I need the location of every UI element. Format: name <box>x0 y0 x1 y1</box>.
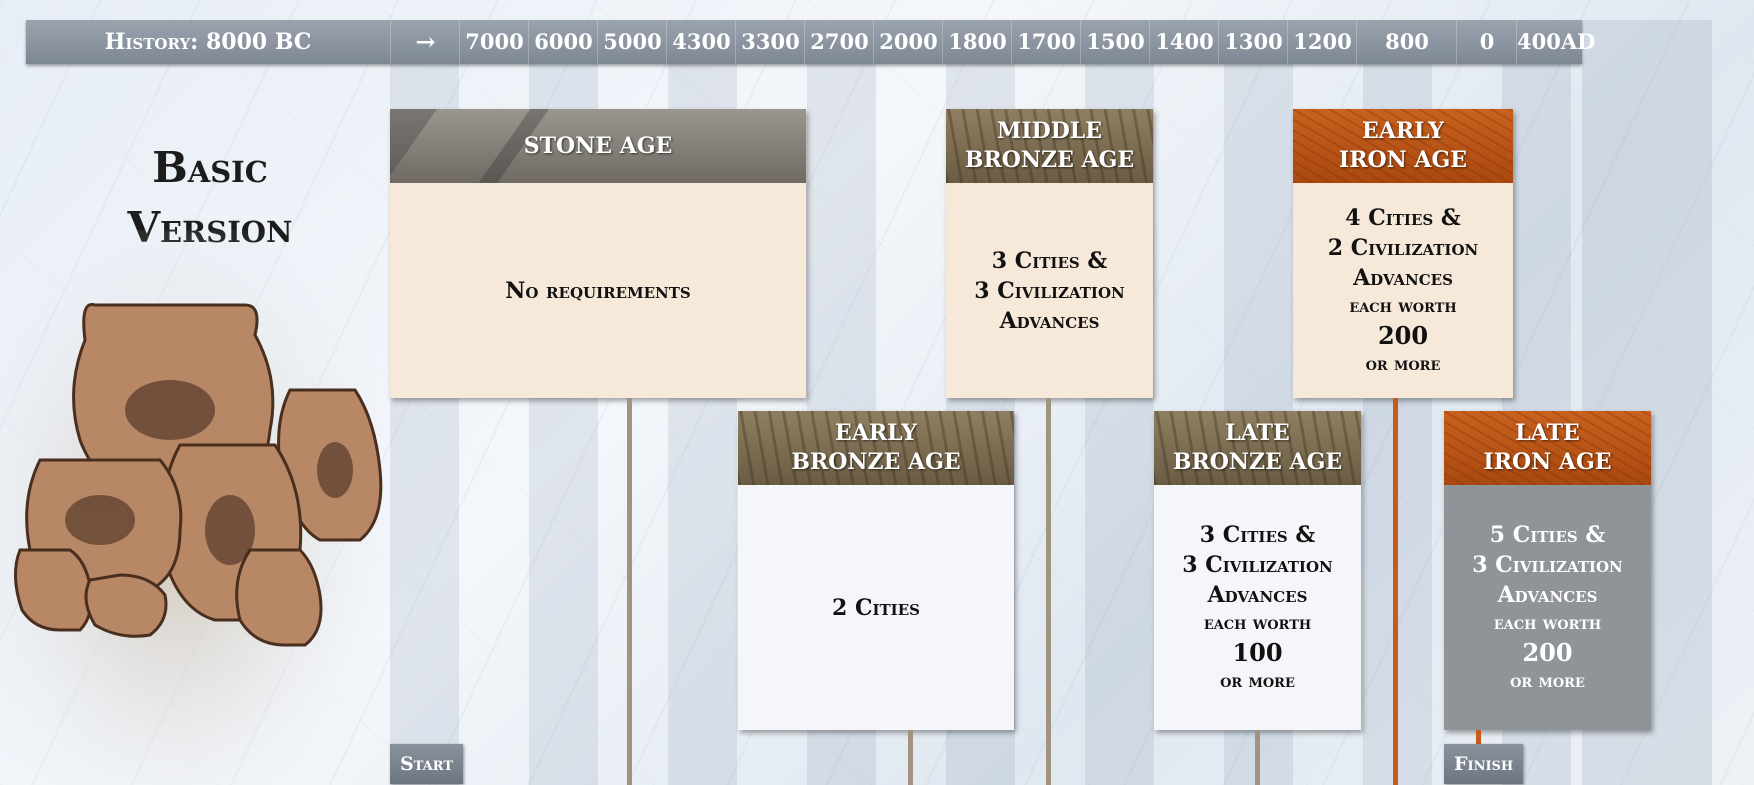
age-title-line: MIDDLE <box>996 118 1103 144</box>
timeline-date: 6000 <box>528 20 598 64</box>
early-bronze-age-requirements: 2 Cities <box>738 485 1014 730</box>
late-bronze-age-card: LATE BRONZE AGE 3 Cities & 3 Civilization… <box>1154 411 1361 730</box>
timeline-date: 1200 <box>1287 20 1357 64</box>
requirement-value: 200 <box>1377 320 1429 350</box>
requirement-value: 200 <box>1522 637 1573 667</box>
timeline-date: 1800 <box>942 20 1012 64</box>
timeline-date: 1500 <box>1080 20 1150 64</box>
timeline-date: 1700 <box>1011 20 1081 64</box>
requirement-text: Advances <box>1207 581 1308 608</box>
middle-bronze-age-pole <box>1046 398 1051 785</box>
age-title-line: LATE <box>1225 420 1290 446</box>
middle-bronze-age-header: MIDDLE BRONZE AGE <box>946 109 1153 183</box>
middle-bronze-age-card: MIDDLE BRONZE AGE 3 Cities & 3 Civilizati… <box>946 109 1153 398</box>
timeline-date: 1400 <box>1149 20 1219 64</box>
requirement-text: 5 Cities & <box>1489 521 1606 548</box>
middle-bronze-age-requirements: 3 Cities & 3 Civilization Advances <box>946 183 1153 398</box>
requirement-text: 3 Civilization <box>1472 551 1623 578</box>
requirement-text: 2 Cities <box>832 594 920 621</box>
greek-pottery-illustration <box>0 230 390 785</box>
early-iron-age-requirements: 4 Cities & 2 Civilization Advances each … <box>1293 183 1513 398</box>
requirement-text: or more <box>1510 670 1585 692</box>
title-line-1: Basic <box>152 143 268 192</box>
requirement-text: each worth <box>1349 295 1457 317</box>
requirement-text: or more <box>1365 353 1441 375</box>
stone-age-pole <box>627 398 632 785</box>
requirement-text: 4 Cities & <box>1345 204 1461 231</box>
timeline-date: 0 <box>1456 20 1517 64</box>
late-iron-age-card: LATE IRON AGE 5 Cities & 3 Civilization A… <box>1444 411 1651 730</box>
age-title-line: IRON AGE <box>1338 147 1468 173</box>
arrow-right-icon: → <box>390 20 460 64</box>
timeline-date: 800 <box>1356 20 1457 64</box>
timeline-date: 3300 <box>735 20 805 64</box>
requirement-value: 100 <box>1232 637 1283 667</box>
early-bronze-age-card: EARLY BRONZE AGE 2 Cities <box>738 411 1014 730</box>
requirement-text: Advances <box>999 307 1100 334</box>
timeline-date: 5000 <box>597 20 667 64</box>
age-title-line: IRON AGE <box>1483 449 1612 475</box>
timeline-date: 7000 <box>459 20 529 64</box>
finish-marker: Finish <box>1444 744 1524 784</box>
early-iron-age-header: EARLY IRON AGE <box>1293 109 1513 183</box>
requirement-text: 2 Civilization <box>1327 234 1479 261</box>
age-title-line: EARLY <box>835 420 917 446</box>
requirement-text: No requirements <box>505 277 691 304</box>
requirement-text: 3 Cities & <box>991 247 1108 274</box>
requirement-text: or more <box>1220 670 1295 692</box>
start-marker: Start <box>390 744 464 784</box>
age-title-line: EARLY <box>1362 118 1444 144</box>
age-title-line: BRONZE AGE <box>791 449 961 475</box>
requirement-text: each worth <box>1203 612 1312 634</box>
timeline-date: 1300 <box>1218 20 1288 64</box>
late-iron-age-pole <box>1476 730 1481 744</box>
requirement-text: Advances <box>1497 581 1598 608</box>
early-bronze-age-pole <box>908 730 913 785</box>
stone-age-title: STONE AGE <box>523 132 673 159</box>
timeline-date: 4300 <box>666 20 736 64</box>
stone-age-header: STONE AGE <box>390 109 806 183</box>
age-title-line: BRONZE AGE <box>1172 449 1343 475</box>
age-title-line: BRONZE AGE <box>964 147 1135 173</box>
early-iron-age-pole <box>1393 398 1398 785</box>
requirement-text: 3 Civilization <box>974 277 1125 304</box>
history-label: History: 8000 BC <box>104 29 312 55</box>
timeline-date: 2700 <box>804 20 874 64</box>
late-bronze-age-header: LATE BRONZE AGE <box>1154 411 1361 485</box>
early-bronze-age-header: EARLY BRONZE AGE <box>738 411 1014 485</box>
late-bronze-age-pole <box>1255 730 1260 785</box>
timeline-date: 400AD <box>1516 20 1595 64</box>
requirement-text: 3 Cities & <box>1199 521 1316 548</box>
requirement-text: each worth <box>1493 612 1602 634</box>
early-iron-age-card: EARLY IRON AGE 4 Cities & 2 Civilization … <box>1293 109 1513 398</box>
requirement-text: 3 Civilization <box>1182 551 1333 578</box>
timeline-date: 2000 <box>873 20 943 64</box>
stone-age-card: STONE AGE No requirements <box>390 109 806 398</box>
late-bronze-age-requirements: 3 Cities & 3 Civilization Advances each … <box>1154 485 1361 730</box>
requirement-text: Advances <box>1353 264 1453 291</box>
age-title-line: LATE <box>1515 420 1580 446</box>
late-iron-age-header: LATE IRON AGE <box>1444 411 1651 485</box>
stone-age-requirements: No requirements <box>390 183 806 398</box>
late-iron-age-requirements: 5 Cities & 3 Civilization Advances each … <box>1444 485 1651 730</box>
